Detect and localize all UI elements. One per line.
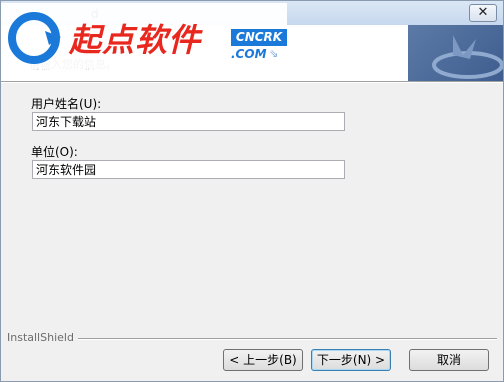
footer-separator (7, 338, 497, 340)
back-button[interactable]: < 上一步(B) (223, 349, 303, 371)
next-button[interactable]: 下一步(N) > (311, 349, 391, 371)
watermark-domain: .COM (231, 47, 267, 61)
watermark-arrow-icon: ⇘ (269, 47, 279, 60)
close-button[interactable]: ✕ (469, 4, 497, 22)
username-label: 用户姓名(U): (31, 97, 102, 111)
header-separator (1, 81, 503, 83)
installshield-header-art (408, 25, 503, 81)
watermark-badge: CNCRK (231, 29, 287, 46)
watermark-logo-icon (8, 12, 61, 64)
installer-window: d ✕ 请输入您的信息。 起点软件 CNCRK .COM ⇘ 用户姓名(U): … (0, 0, 504, 382)
watermark-brand: 起点软件 (69, 21, 202, 59)
username-input[interactable] (32, 112, 345, 131)
organization-input[interactable] (32, 160, 345, 179)
installshield-brand: InstallShield (7, 331, 78, 344)
organization-label: 单位(O): (31, 145, 78, 159)
site-watermark: 起点软件 CNCRK .COM ⇘ (1, 3, 287, 69)
cancel-button[interactable]: 取消 (409, 349, 489, 371)
